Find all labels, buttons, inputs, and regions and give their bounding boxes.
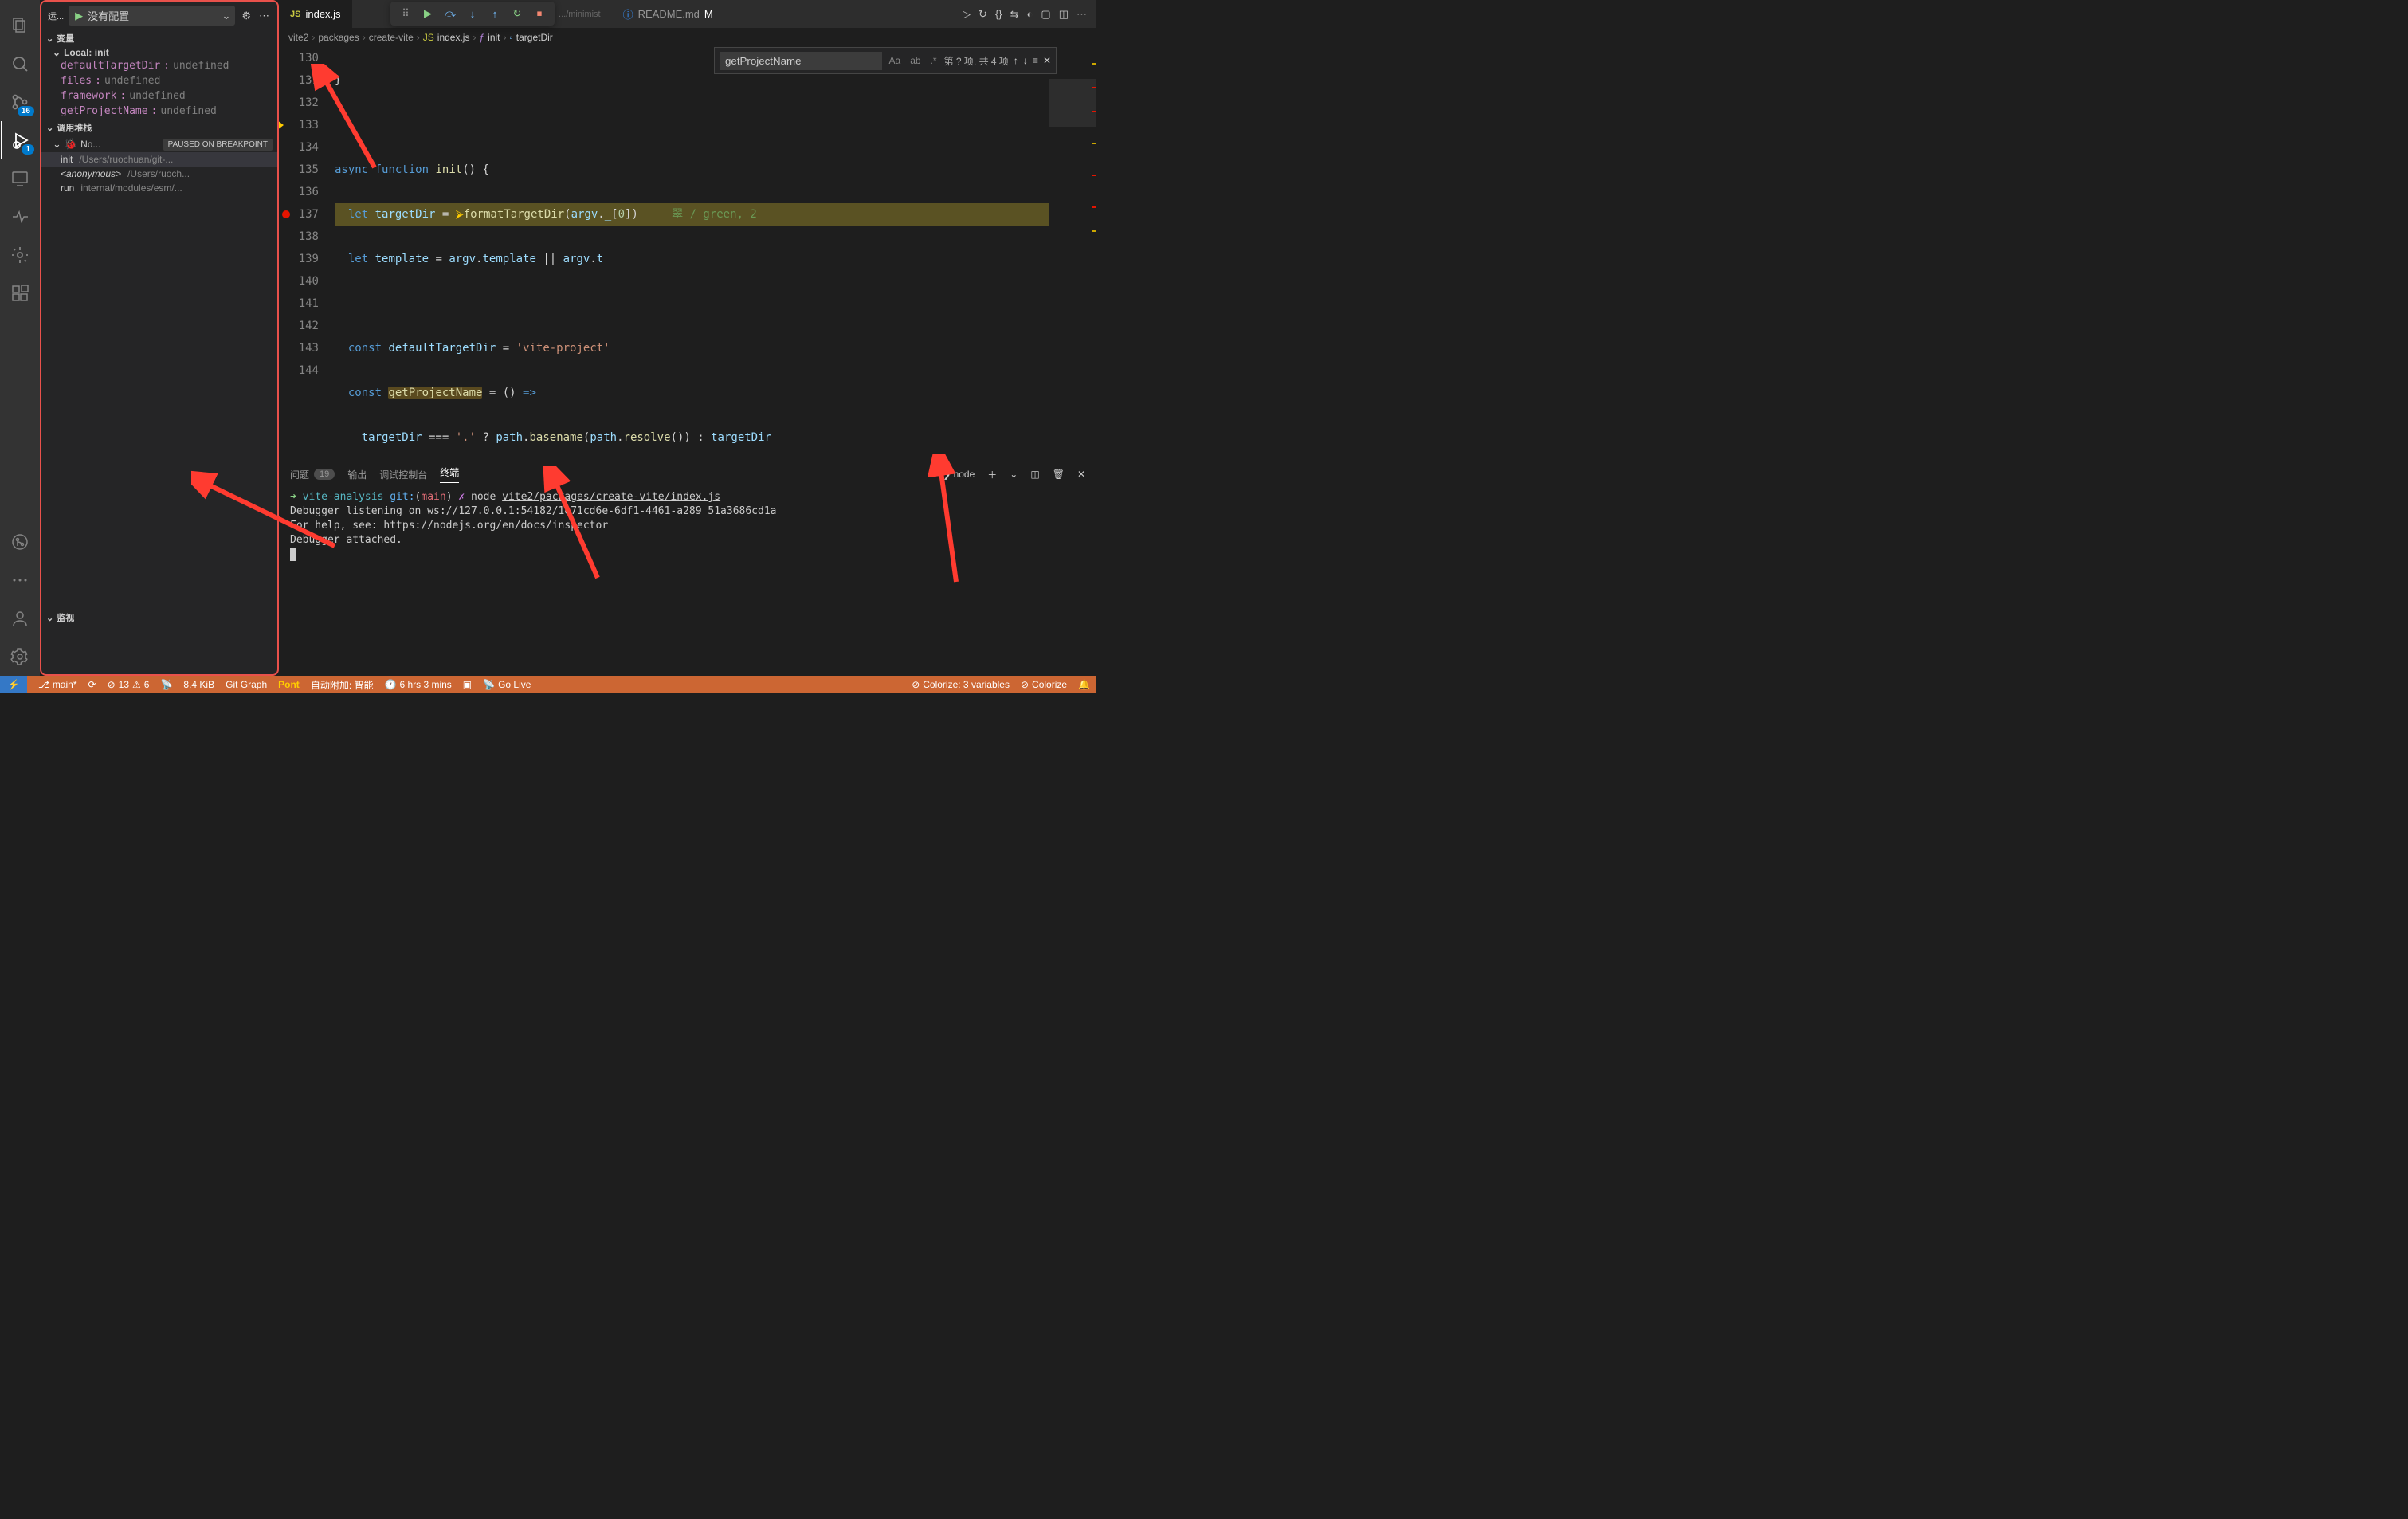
wakatime[interactable]: 🕐 6 hrs 3 mins — [384, 679, 451, 690]
stack-frame[interactable]: runinternal/modules/esm/... — [41, 181, 277, 195]
gutter[interactable]: 130 131 132 133 134 135 136 137 138 139 … — [279, 47, 335, 461]
local-scope[interactable]: ⌄Local: init — [41, 47, 277, 58]
find-input[interactable] — [720, 52, 882, 70]
problems-status[interactable]: ⊘ 13 ⚠ 6 — [108, 679, 150, 690]
tab-output[interactable]: 输出 — [347, 468, 367, 481]
debug-sidebar: 运... ▶ 没有配置 ⌄ ⚙ ⋯ ⌄变量 ⌄Local: init defau… — [40, 0, 279, 676]
colorize-vars[interactable]: ⊘ Colorize: 3 variables — [912, 679, 1010, 690]
editor-area: JSindex.js ⠿ ▶ ⤼ ↓ ↑ ↻ ⏹ x.js.../minimis… — [279, 0, 1096, 676]
terminal[interactable]: ➜ vite-analysis git:(main) ✗ node vite2/… — [279, 487, 1096, 676]
variable-row[interactable]: getProjectName: undefined — [41, 104, 277, 119]
tab-terminal[interactable]: 终端 — [440, 465, 459, 483]
timeline-icon[interactable]: ↻ — [978, 8, 987, 21]
continue-button[interactable]: ▶ — [418, 3, 438, 24]
auto-attach[interactable]: 自动附加: 智能 — [311, 678, 374, 692]
debug-badge: 1 — [22, 144, 34, 155]
new-terminal-icon[interactable]: ＋ — [987, 468, 997, 481]
braces-icon[interactable]: {} — [995, 8, 1002, 21]
gripper-icon[interactable]: ⠿ — [395, 3, 416, 24]
tab-debug-console[interactable]: 调试控制台 — [379, 468, 427, 481]
debug-config-select[interactable]: ▶ 没有配置 ⌄ — [69, 6, 235, 26]
extensions-icon[interactable] — [1, 274, 39, 312]
search-icon[interactable] — [1, 45, 39, 83]
debug-toolbar[interactable]: ⠿ ▶ ⤼ ↓ ↑ ↻ ⏹ — [390, 2, 555, 26]
stack-frame[interactable]: init/Users/ruochuan/git-... — [41, 152, 277, 167]
prev-match-icon[interactable]: ↑ — [1014, 55, 1018, 66]
tab-readme[interactable]: ⓘREADME.mdM — [612, 0, 724, 28]
git-graph[interactable]: Git Graph — [226, 679, 267, 690]
gitlens-icon[interactable] — [1, 236, 39, 274]
notifications-icon[interactable]: 🔔 — [1078, 679, 1090, 690]
whole-word-icon[interactable]: ab — [908, 53, 923, 68]
remote-explorer-icon[interactable] — [1, 159, 39, 198]
stack-frame[interactable]: <anonymous>/Users/ruoch... — [41, 167, 277, 181]
breadcrumb[interactable]: vite2› packages› create-vite› JSindex.js… — [279, 28, 1096, 47]
run-icon[interactable]: ▷ — [963, 8, 971, 21]
run-title: 运... — [48, 10, 64, 22]
editor-tabs: JSindex.js ⠿ ▶ ⤼ ↓ ↑ ↻ ⏹ x.js.../minimis… — [279, 0, 1096, 28]
preview-icon[interactable]: ▢ — [1041, 8, 1050, 21]
gear-icon[interactable]: ⚙ — [240, 10, 253, 22]
paused-badge: PAUSED ON BREAKPOINT — [163, 139, 273, 151]
scm-badge: 16 — [18, 106, 34, 116]
activity-bar: 16 1 — [0, 0, 40, 676]
more-icon[interactable] — [1, 561, 39, 599]
variable-row[interactable]: defaultTargetDir: undefined — [41, 58, 277, 73]
status-bar: ⚡ ⎇ main* ⟳ ⊘ 13 ⚠ 6 📡 8.4 KiB Git Graph… — [0, 676, 1096, 693]
branch-status[interactable]: ⎇ main* — [38, 679, 77, 690]
regex-icon[interactable]: .* — [928, 53, 939, 68]
more-icon[interactable]: ⋯ — [257, 10, 271, 22]
stop-button[interactable]: ⏹ — [529, 3, 550, 24]
chevron-down-icon: ⌄ — [222, 10, 230, 22]
remote-indicator[interactable]: ⚡ — [0, 676, 27, 693]
split-terminal-icon[interactable]: ◫ — [1030, 469, 1039, 480]
tab-index-js[interactable]: JSindex.js — [279, 0, 352, 28]
diff-icon[interactable]: ◐ — [1027, 8, 1033, 21]
account-icon[interactable] — [1, 599, 39, 638]
go-live[interactable]: 📡 Go Live — [483, 679, 531, 690]
watch-status[interactable]: ▣ — [463, 679, 472, 690]
terminal-dropdown-icon[interactable]: ⌄ — [1010, 469, 1018, 480]
kill-terminal-icon[interactable]: 🗑 — [1053, 469, 1065, 480]
watch-section[interactable]: ⌄监视 — [41, 609, 277, 626]
git-circle-icon[interactable] — [1, 523, 39, 561]
find-result: 第 ? 项, 共 4 项 — [944, 54, 1009, 68]
variable-row[interactable]: files: undefined — [41, 73, 277, 88]
step-over-button[interactable]: ⤼ — [440, 3, 461, 24]
step-out-button[interactable]: ↑ — [484, 3, 505, 24]
variables-section[interactable]: ⌄变量 — [41, 29, 277, 47]
explorer-icon[interactable] — [1, 6, 39, 45]
code-editor[interactable]: } async function init() { let targetDir … — [335, 47, 1049, 461]
more-actions-icon[interactable]: ⋯ — [1077, 8, 1087, 21]
bookmarks-icon[interactable] — [1, 198, 39, 236]
close-icon[interactable]: ✕ — [1043, 55, 1051, 66]
compare-icon[interactable]: ⇆ — [1010, 8, 1019, 21]
terminal-profile[interactable]: ❯ node — [943, 469, 975, 480]
variable-row[interactable]: framework: undefined — [41, 88, 277, 104]
close-panel-icon[interactable]: ✕ — [1077, 469, 1085, 480]
config-label: 没有配置 — [88, 8, 129, 23]
sync-status[interactable]: ⟳ — [88, 679, 96, 690]
find-widget: Aa ab .* 第 ? 项, 共 4 项 ↑ ↓ ≡ ✕ — [714, 47, 1057, 74]
tab-problems[interactable]: 问题19 — [290, 468, 335, 481]
colorize[interactable]: ⊘ Colorize — [1021, 679, 1067, 690]
file-size[interactable]: 8.4 KiB — [183, 679, 214, 690]
source-control-icon[interactable]: 16 — [1, 83, 39, 121]
minimap[interactable] — [1049, 47, 1096, 461]
split-icon[interactable]: ◫ — [1059, 8, 1069, 21]
bottom-panel: 问题19 输出 调试控制台 终端 ❯ node ＋ ⌄ ◫ 🗑 ✕ ➜ vite… — [279, 461, 1096, 676]
step-into-button[interactable]: ↓ — [462, 3, 483, 24]
restart-button[interactable]: ↻ — [507, 3, 527, 24]
bug-icon: 🐞 — [65, 138, 77, 151]
settings-icon[interactable] — [1, 638, 39, 676]
next-match-icon[interactable]: ↓ — [1023, 55, 1028, 66]
radio-status[interactable]: 📡 — [160, 679, 172, 690]
callstack-section[interactable]: ⌄调用堆栈 — [41, 119, 277, 136]
thread-row[interactable]: ⌄ 🐞 No... PAUSED ON BREAKPOINT — [41, 136, 277, 152]
match-case-icon[interactable]: Aa — [887, 53, 904, 68]
find-in-selection-icon[interactable]: ≡ — [1033, 55, 1038, 66]
info-icon: ⓘ — [623, 6, 633, 22]
run-debug-icon[interactable]: 1 — [1, 121, 39, 159]
pont[interactable]: Pont — [278, 679, 300, 690]
